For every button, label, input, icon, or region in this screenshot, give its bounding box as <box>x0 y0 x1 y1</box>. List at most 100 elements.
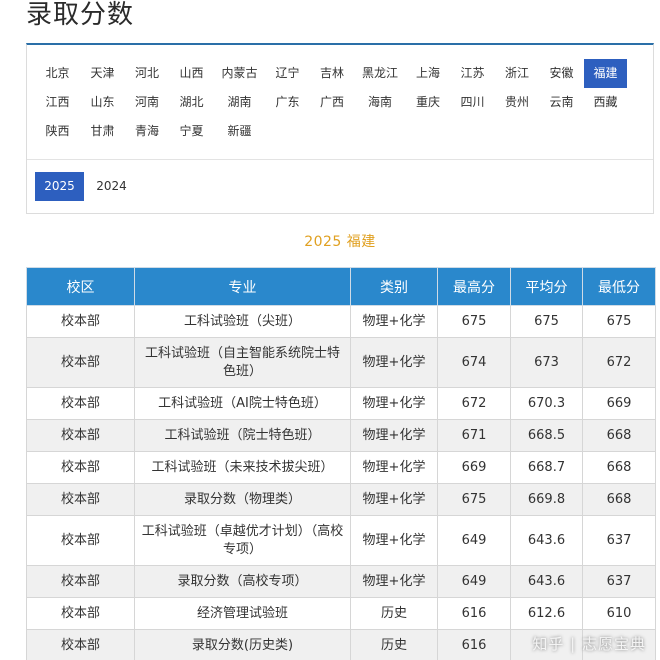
table-cell: 物理+化学 <box>350 305 438 338</box>
province-option[interactable]: 浙江 <box>495 59 539 88</box>
column-header: 平均分 <box>510 267 583 306</box>
province-option[interactable]: 江西 <box>35 88 80 117</box>
province-option[interactable]: 贵州 <box>495 88 539 117</box>
province-option[interactable]: 山东 <box>80 88 125 117</box>
table-cell: 物理+化学 <box>350 515 438 566</box>
table-row: 校本部 录取分数（物理类） 物理+化学 675 669.8 668 <box>26 483 656 516</box>
table-cell: 物理+化学 <box>350 483 438 516</box>
table-cell: 工科试验班（未来技术拔尖班） <box>134 451 351 484</box>
province-option[interactable]: 西藏 <box>584 88 627 117</box>
table-cell: 672 <box>437 387 511 420</box>
table-cell: 校本部 <box>26 305 135 338</box>
table-row: 校本部 工科试验班（未来技术拔尖班） 物理+化学 669 668.7 668 <box>26 451 656 484</box>
province-option[interactable]: 河南 <box>125 88 169 117</box>
divider <box>27 159 653 160</box>
table-cell: 675 <box>437 483 511 516</box>
province-option[interactable]: 吉林 <box>310 59 354 88</box>
province-option[interactable]: 广西 <box>310 88 354 117</box>
table-cell: 637 <box>582 515 656 566</box>
table-cell: 668 <box>582 483 656 516</box>
year-tabs: 2025 2024 <box>35 172 139 201</box>
table-row: 校本部 工科试验班（卓越优才计划）（高校专项） 物理+化学 649 643.6 637 <box>26 515 656 566</box>
page-title: 录取分数 <box>26 0 135 30</box>
province-option[interactable]: 湖北 <box>169 88 214 117</box>
table-cell: 675 <box>510 305 583 338</box>
table-row: 校本部 工科试验班（尖班） 物理+化学 675 675 675 <box>26 305 656 338</box>
table-cell: 校本部 <box>26 483 135 516</box>
province-option[interactable]: 海南 <box>354 88 406 117</box>
province-option[interactable]: 江苏 <box>450 59 495 88</box>
table-cell: 675 <box>437 305 511 338</box>
table-cell: 616 <box>437 597 511 630</box>
province-option[interactable]: 甘肃 <box>80 117 125 146</box>
province-option[interactable]: 重庆 <box>406 88 450 117</box>
table-cell: 669.8 <box>510 483 583 516</box>
table-cell: 物理+化学 <box>350 565 438 598</box>
province-option[interactable]: 天津 <box>80 59 125 88</box>
table-cell: 历史 <box>350 597 438 630</box>
column-header: 类别 <box>350 267 438 306</box>
table-cell: 物理+化学 <box>350 419 438 452</box>
table-cell: 校本部 <box>26 337 135 388</box>
table-cell: 649 <box>437 515 511 566</box>
table-cell: 录取分数（物理类） <box>134 483 351 516</box>
province-option[interactable]: 内蒙古 <box>214 59 265 88</box>
table-cell: 643.6 <box>510 565 583 598</box>
score-table: 校区 专业 类别 最高分 平均分 最低分 校本部 工科试验班（尖班） 物理+化学 675 675 6… <box>26 267 656 660</box>
table-cell: 649 <box>437 565 511 598</box>
column-header: 最高分 <box>437 267 511 306</box>
table-cell: 672 <box>582 337 656 388</box>
province-row: 江西 山东 河南 湖北 湖南 广东 广西 海南 重庆 四川 贵州 云南 西藏 <box>35 88 647 117</box>
table-cell: 643.6 <box>510 515 583 566</box>
table-cell: 668.5 <box>510 419 583 452</box>
province-option[interactable]: 四川 <box>450 88 495 117</box>
province-option[interactable]: 云南 <box>539 88 584 117</box>
table-cell: 物理+化学 <box>350 387 438 420</box>
table-cell: 工科试验班（卓越优才计划）（高校专项） <box>134 515 351 566</box>
table-cell: 工科试验班（尖班） <box>134 305 351 338</box>
column-header: 最低分 <box>582 267 656 306</box>
province-row: 北京 天津 河北 山西 内蒙古 辽宁 吉林 黑龙江 上海 江苏 浙江 安徽 福建 <box>35 59 647 88</box>
table-cell: 671 <box>437 419 511 452</box>
tab-year-2024[interactable]: 2024 <box>87 172 136 201</box>
province-option[interactable]: 青海 <box>125 117 169 146</box>
table-cell: 物理+化学 <box>350 451 438 484</box>
table-cell: 录取分数(历史类) <box>134 629 351 660</box>
province-option[interactable]: 辽宁 <box>265 59 310 88</box>
table-cell: 校本部 <box>26 629 135 660</box>
table-cell: 历史 <box>350 629 438 660</box>
province-option[interactable]: 安徽 <box>539 59 584 88</box>
table-cell: 668.7 <box>510 451 583 484</box>
table-cell: 校本部 <box>26 597 135 630</box>
province-option[interactable]: 陕西 <box>35 117 80 146</box>
province-option[interactable]: 山西 <box>169 59 214 88</box>
province-option[interactable]: 福建 <box>584 59 627 88</box>
table-cell: 经济管理试验班 <box>134 597 351 630</box>
table-cell: 616 <box>437 629 511 660</box>
table-cell: 校本部 <box>26 387 135 420</box>
province-option[interactable]: 北京 <box>35 59 80 88</box>
table-cell: 637 <box>582 565 656 598</box>
province-option[interactable]: 广东 <box>265 88 310 117</box>
province-option[interactable]: 河北 <box>125 59 169 88</box>
table-cell: 668 <box>582 419 656 452</box>
table-cell: 工科试验班（AI院士特色班） <box>134 387 351 420</box>
tab-year-2025[interactable]: 2025 <box>35 172 84 201</box>
watermark: 知乎 | 志愿宝典 <box>532 635 646 653</box>
table-row: 校本部 工科试验班（院士特色班） 物理+化学 671 668.5 668 <box>26 419 656 452</box>
province-option[interactable]: 新疆 <box>214 117 265 146</box>
table-cell: 673 <box>510 337 583 388</box>
table-cell: 工科试验班（院士特色班） <box>134 419 351 452</box>
table-row: 校本部 工科试验班（AI院士特色班） 物理+化学 672 670.3 669 <box>26 387 656 420</box>
table-cell: 612.6 <box>510 597 583 630</box>
table-cell: 校本部 <box>26 515 135 566</box>
table-cell: 669 <box>582 387 656 420</box>
province-option[interactable]: 宁夏 <box>169 117 214 146</box>
province-row: 陕西 甘肃 青海 宁夏 新疆 <box>35 117 647 146</box>
province-option[interactable]: 黑龙江 <box>354 59 406 88</box>
section-title: 2025 福建 <box>304 234 376 250</box>
province-option[interactable]: 湖南 <box>214 88 265 117</box>
column-header: 校区 <box>26 267 135 306</box>
province-option[interactable]: 上海 <box>406 59 450 88</box>
table-cell: 工科试验班（自主智能系统院士特色班） <box>134 337 351 388</box>
